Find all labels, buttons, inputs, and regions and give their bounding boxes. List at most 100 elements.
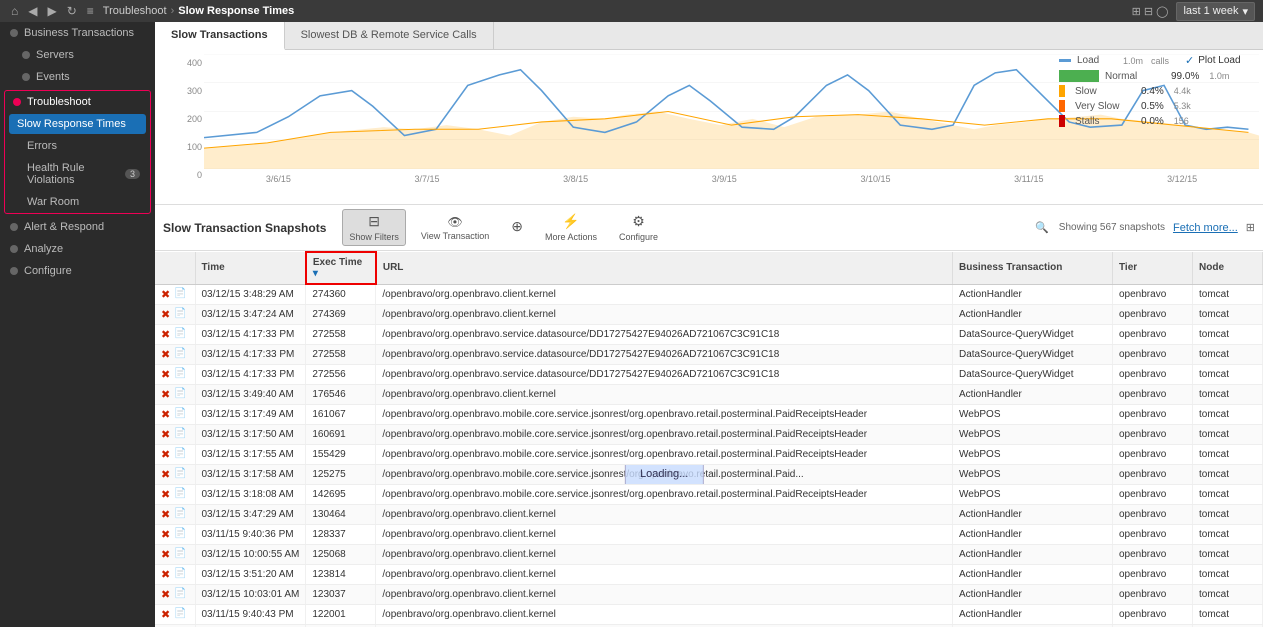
row-bt[interactable]: ActionHandler (953, 304, 1113, 324)
row-bt[interactable]: DataSource-QueryWidget (953, 324, 1113, 344)
row-bt[interactable]: DataSource-QueryWidget (953, 364, 1113, 384)
tab-slow-transactions[interactable]: Slow Transactions (155, 22, 285, 50)
row-tier[interactable]: openbravo (1113, 344, 1193, 364)
home-button[interactable]: ⌂ (8, 3, 21, 19)
sidebar-item-troubleshoot[interactable]: Troubleshoot (5, 91, 150, 113)
row-node[interactable]: tomcat (1193, 364, 1263, 384)
row-bt[interactable]: ActionHandler (953, 544, 1113, 564)
error-icon[interactable]: ✖ (161, 568, 170, 581)
row-node[interactable]: tomcat (1193, 284, 1263, 304)
doc-icon[interactable]: 📄 (174, 568, 186, 581)
row-bt[interactable]: ActionHandler (953, 284, 1113, 304)
sidebar-item-health-rule-violations[interactable]: Health Rule Violations 3 (5, 157, 150, 191)
row-bt[interactable]: WebPOS (953, 424, 1113, 444)
row-tier[interactable]: openbravo (1113, 484, 1193, 504)
doc-icon[interactable]: 📄 (174, 308, 186, 321)
row-bt[interactable]: WebPOS (953, 444, 1113, 464)
back-button[interactable]: ◀ (25, 3, 40, 19)
show-filters-button[interactable]: ⊟ Show Filters (342, 209, 406, 246)
doc-icon[interactable]: 📄 (174, 348, 186, 361)
row-node[interactable]: tomcat (1193, 484, 1263, 504)
row-tier[interactable]: openbravo (1113, 324, 1193, 344)
row-tier[interactable]: openbravo (1113, 304, 1193, 324)
error-icon[interactable]: ✖ (161, 288, 170, 301)
row-tier[interactable]: openbravo (1113, 424, 1193, 444)
row-node[interactable]: tomcat (1193, 424, 1263, 444)
row-tier[interactable]: openbravo (1113, 504, 1193, 524)
capture-button[interactable]: ⊕ (504, 214, 530, 241)
error-icon[interactable]: ✖ (161, 528, 170, 541)
doc-icon[interactable]: 📄 (174, 288, 186, 301)
row-bt[interactable]: DataSource-QueryWidget (953, 344, 1113, 364)
row-bt[interactable]: WebPOS (953, 404, 1113, 424)
doc-icon[interactable]: 📄 (174, 528, 186, 541)
doc-icon[interactable]: 📄 (174, 368, 186, 381)
sidebar-item-servers[interactable]: Servers (0, 44, 155, 66)
row-node[interactable]: tomcat (1193, 504, 1263, 524)
error-icon[interactable]: ✖ (161, 468, 170, 481)
error-icon[interactable]: ✖ (161, 488, 170, 501)
row-tier[interactable]: openbravo (1113, 604, 1193, 624)
sidebar-item-configure[interactable]: Configure (0, 260, 155, 282)
plot-load-toggle[interactable]: ✓ Plot Load (1185, 54, 1240, 67)
sidebar-item-business-transactions[interactable]: Business Transactions (0, 22, 155, 44)
row-tier[interactable]: openbravo (1113, 464, 1193, 484)
doc-icon[interactable]: 📄 (174, 408, 186, 421)
row-bt[interactable]: ActionHandler (953, 384, 1113, 404)
sidebar-item-war-room[interactable]: War Room (5, 191, 150, 213)
doc-icon[interactable]: 📄 (174, 388, 186, 401)
row-node[interactable]: tomcat (1193, 444, 1263, 464)
row-tier[interactable]: openbravo (1113, 524, 1193, 544)
doc-icon[interactable]: 📄 (174, 488, 186, 501)
doc-icon[interactable]: 📄 (174, 468, 186, 481)
row-tier[interactable]: openbravo (1113, 544, 1193, 564)
row-tier[interactable]: openbravo (1113, 564, 1193, 584)
doc-icon[interactable]: 📄 (174, 428, 186, 441)
row-tier[interactable]: openbravo (1113, 404, 1193, 424)
row-node[interactable]: tomcat (1193, 304, 1263, 324)
row-tier[interactable]: openbravo (1113, 444, 1193, 464)
view-transaction-button[interactable]: 👁 View Transaction (414, 211, 496, 245)
fetch-more-link[interactable]: Fetch more... (1173, 222, 1238, 234)
row-node[interactable]: tomcat (1193, 524, 1263, 544)
more-actions-button[interactable]: ⚡ More Actions (538, 209, 604, 246)
row-tier[interactable]: openbravo (1113, 584, 1193, 604)
sidebar-item-analyze[interactable]: Analyze (0, 238, 155, 260)
sidebar-item-slow-response-times[interactable]: Slow Response Times (9, 114, 146, 134)
error-icon[interactable]: ✖ (161, 588, 170, 601)
row-tier[interactable]: openbravo (1113, 284, 1193, 304)
error-icon[interactable]: ✖ (161, 388, 170, 401)
error-icon[interactable]: ✖ (161, 348, 170, 361)
sidebar-item-errors[interactable]: Errors (5, 135, 150, 157)
row-bt[interactable]: WebPOS (953, 464, 1113, 484)
row-node[interactable]: tomcat (1193, 324, 1263, 344)
menu-button[interactable]: ≡ (84, 3, 97, 19)
col-header-time[interactable]: Time (195, 252, 306, 284)
error-icon[interactable]: ✖ (161, 428, 170, 441)
doc-icon[interactable]: 📄 (174, 508, 186, 521)
sidebar-item-alert-respond[interactable]: Alert & Respond (0, 216, 155, 238)
row-node[interactable]: tomcat (1193, 384, 1263, 404)
expand-icon[interactable]: ⊞ (1246, 221, 1255, 234)
col-header-bt[interactable]: Business Transaction (953, 252, 1113, 284)
row-bt[interactable]: ActionHandler (953, 564, 1113, 584)
sidebar-item-events[interactable]: Events (0, 66, 155, 88)
row-bt[interactable]: ActionHandler (953, 604, 1113, 624)
row-node[interactable]: tomcat (1193, 344, 1263, 364)
breadcrumb-parent[interactable]: Troubleshoot (103, 5, 167, 17)
error-icon[interactable]: ✖ (161, 328, 170, 341)
error-icon[interactable]: ✖ (161, 608, 170, 621)
row-bt[interactable]: WebPOS (953, 484, 1113, 504)
error-icon[interactable]: ✖ (161, 408, 170, 421)
row-node[interactable]: tomcat (1193, 604, 1263, 624)
error-icon[interactable]: ✖ (161, 548, 170, 561)
row-node[interactable]: tomcat (1193, 564, 1263, 584)
row-node[interactable]: tomcat (1193, 404, 1263, 424)
error-icon[interactable]: ✖ (161, 308, 170, 321)
row-bt[interactable]: ActionHandler (953, 584, 1113, 604)
doc-icon[interactable]: 📄 (174, 328, 186, 341)
doc-icon[interactable]: 📄 (174, 548, 186, 561)
row-bt[interactable]: ActionHandler (953, 524, 1113, 544)
configure-button[interactable]: ⚙ Configure (612, 209, 665, 246)
refresh-button[interactable]: ↻ (64, 3, 80, 19)
